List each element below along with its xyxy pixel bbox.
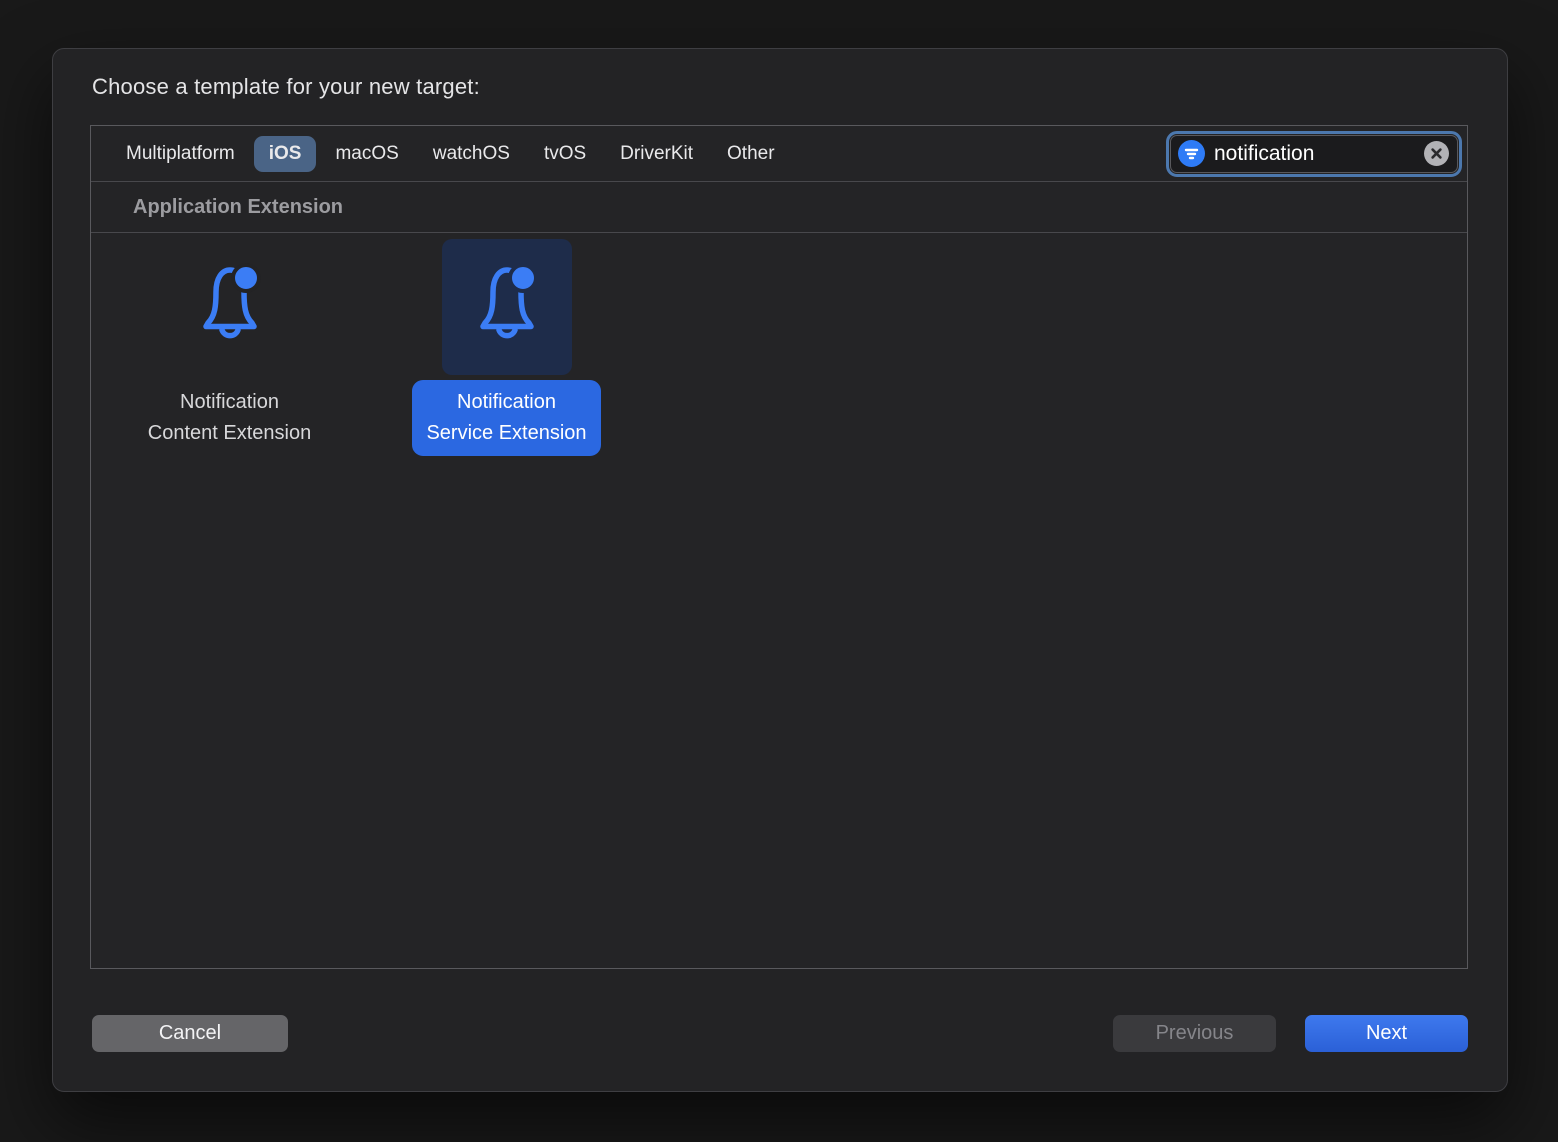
template-chooser-panel: Multiplatform iOS macOS watchOS tvOS Dri… bbox=[90, 125, 1468, 969]
tab-ios[interactable]: iOS bbox=[254, 136, 317, 172]
new-target-template-dialog: Choose a template for your new target: M… bbox=[52, 48, 1508, 1092]
template-icon-tile bbox=[165, 239, 295, 375]
tab-other[interactable]: Other bbox=[712, 136, 790, 172]
tab-multiplatform[interactable]: Multiplatform bbox=[111, 136, 250, 172]
desktop-background: { "dialog": { "title": "Choose a templat… bbox=[0, 0, 1558, 1142]
template-label: Notification Content Extension bbox=[134, 380, 325, 456]
next-button[interactable]: Next bbox=[1305, 1015, 1468, 1052]
tab-tvos[interactable]: tvOS bbox=[529, 136, 601, 172]
dialog-title: Choose a template for your new target: bbox=[92, 74, 480, 100]
cancel-button[interactable]: Cancel bbox=[92, 1015, 288, 1052]
search-field-inner bbox=[1170, 135, 1458, 173]
tab-watchos[interactable]: watchOS bbox=[418, 136, 525, 172]
template-notification-service-extension[interactable]: Notification Service Extension bbox=[368, 239, 645, 456]
template-label-selected: Notification Service Extension bbox=[412, 380, 600, 456]
template-search-field[interactable] bbox=[1166, 131, 1462, 177]
tab-macos[interactable]: macOS bbox=[320, 136, 413, 172]
platform-tabs: Multiplatform iOS macOS watchOS tvOS Dri… bbox=[111, 136, 1166, 172]
bell-badge-icon bbox=[189, 259, 271, 356]
template-notification-content-extension[interactable]: Notification Content Extension bbox=[91, 239, 368, 456]
clear-search-icon[interactable] bbox=[1424, 141, 1449, 166]
previous-button[interactable]: Previous bbox=[1113, 1015, 1276, 1052]
section-header-application-extension: Application Extension bbox=[91, 182, 1467, 233]
search-input[interactable] bbox=[1214, 142, 1415, 166]
template-grid: Notification Content Extension Notif bbox=[91, 233, 1467, 456]
bell-badge-icon bbox=[466, 259, 548, 356]
template-icon-tile-selected bbox=[442, 239, 572, 375]
filter-icon[interactable] bbox=[1178, 140, 1205, 167]
tab-driverkit[interactable]: DriverKit bbox=[605, 136, 708, 172]
platform-tab-bar: Multiplatform iOS macOS watchOS tvOS Dri… bbox=[91, 126, 1467, 182]
